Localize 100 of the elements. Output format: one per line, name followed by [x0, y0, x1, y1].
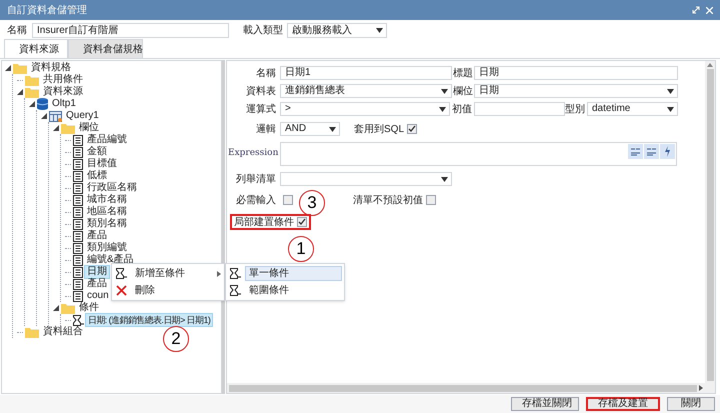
folder-icon — [13, 62, 27, 74]
database-icon — [37, 98, 48, 110]
field-label: Expression — [228, 147, 280, 160]
field-label: 名稱 — [255, 66, 277, 80]
filter-icon — [73, 314, 84, 326]
tree-item[interactable]: 資料來源 — [41, 86, 85, 98]
dialog-button[interactable]: 存檔並關閉 — [511, 397, 579, 411]
text-field[interactable] — [474, 102, 565, 116]
folder-icon — [25, 74, 39, 86]
collapse-icon[interactable] — [53, 125, 59, 131]
checkbox-label: 局部建置條件 — [234, 216, 294, 230]
tree-item[interactable]: 金額 — [85, 146, 109, 158]
maximize-icon[interactable] — [692, 6, 700, 14]
tree-item[interactable]: 日期 — [85, 266, 109, 278]
submenu-arrow-icon — [217, 270, 221, 276]
filter-icon — [116, 268, 127, 279]
tab[interactable]: 資料來源 — [4, 39, 68, 58]
annotation-number: 1 — [288, 236, 314, 262]
tree-item[interactable]: 日期: (進銷銷售總表.日期> 日期1) — [86, 314, 212, 326]
field-icon — [73, 206, 83, 218]
caret-icon — [329, 126, 336, 132]
caret-icon — [441, 88, 448, 94]
tree-item[interactable]: 類別編號 — [85, 242, 129, 254]
checkbox-label: 必需輸入 — [235, 194, 277, 208]
field-icon — [73, 194, 83, 206]
collapse-icon[interactable] — [29, 101, 35, 107]
tree-item[interactable]: coun — [85, 290, 111, 302]
collapse-icon[interactable] — [41, 113, 47, 119]
tree-item[interactable]: 條件 — [77, 302, 101, 314]
dropdown[interactable]: 日期 — [474, 84, 678, 98]
tree-item[interactable]: Oltp1 — [50, 98, 78, 110]
annotation-number: 3 — [299, 190, 325, 216]
checkbox[interactable] — [297, 217, 307, 227]
tree-item[interactable]: 共用條件 — [41, 74, 85, 86]
tree-item[interactable]: 類別名稱 — [85, 218, 129, 230]
tree-item[interactable]: 編號&產品 — [85, 254, 136, 266]
dropdown[interactable]: 進銷銷售總表 — [280, 84, 452, 98]
load-type-label: 載入類型 — [243, 24, 283, 38]
name-field[interactable]: Insurer自訂有階層 — [32, 22, 229, 38]
collapse-icon[interactable] — [5, 65, 11, 71]
menu-item[interactable]: 新增至條件 — [112, 265, 224, 282]
window-title: 自訂資料倉儲管理 — [7, 4, 87, 18]
scroll-up-arrow-icon[interactable] — [707, 63, 713, 67]
tree-item[interactable]: 產品編號 — [85, 134, 129, 146]
field-label: 初值 — [451, 102, 473, 116]
vertical-scrollbar[interactable] — [705, 61, 715, 383]
field-label: 標題 — [452, 66, 474, 80]
dropdown[interactable]: > — [280, 102, 450, 116]
dropdown[interactable]: datetime — [587, 102, 678, 116]
collapse-icon[interactable] — [53, 305, 59, 311]
checkbox[interactable] — [407, 124, 418, 134]
field-icon — [73, 290, 83, 302]
delete-icon — [116, 285, 127, 296]
tree-item[interactable]: 資料組合 — [41, 326, 85, 338]
collapse-icon[interactable] — [17, 89, 23, 95]
tree-item[interactable]: 資料規格 — [29, 62, 73, 74]
close-icon[interactable] — [706, 6, 713, 14]
scroll-right-arrow-icon[interactable] — [699, 385, 703, 391]
field-label: 資料表 — [245, 84, 277, 98]
tree-item[interactable]: 行政區名稱 — [85, 182, 139, 194]
folder-icon — [25, 86, 39, 98]
tree-item[interactable]: 產品 — [85, 278, 109, 290]
tree-item[interactable]: 產品 — [85, 230, 109, 242]
checkbox[interactable] — [283, 195, 293, 205]
sql-format-icon[interactable] — [644, 144, 659, 159]
menu-item[interactable]: 範圍條件 — [245, 283, 342, 298]
name-label: 名稱 — [7, 24, 28, 38]
field-icon — [73, 158, 83, 170]
field-icon — [73, 182, 83, 194]
load-type-dropdown[interactable]: 啟動服務載入 — [287, 22, 387, 38]
tree-item[interactable]: 低標 — [85, 170, 109, 182]
menu-item[interactable]: 單一條件 — [245, 266, 342, 281]
horizontal-scrollbar[interactable] — [227, 383, 715, 393]
dropdown[interactable]: AND — [280, 122, 340, 136]
tree-item[interactable]: 城市名稱 — [85, 194, 129, 206]
field-icon — [73, 278, 83, 290]
folder-icon — [25, 326, 39, 338]
menu-item[interactable]: 刪除 — [112, 282, 224, 299]
checkbox[interactable] — [426, 195, 436, 205]
text-field[interactable]: 日期 — [474, 66, 678, 80]
text-field[interactable]: 日期1 — [280, 66, 452, 80]
dialog-button[interactable]: 存檔及建置 — [586, 397, 660, 411]
expression-field[interactable] — [280, 142, 677, 166]
folder-icon — [61, 302, 75, 314]
tree-item[interactable]: Query1 — [64, 110, 101, 122]
tree-item[interactable]: 目標值 — [85, 158, 119, 170]
folder-icon — [61, 122, 75, 134]
annotation-number: 2 — [163, 326, 189, 352]
dialog-button[interactable]: 關閉 — [667, 397, 715, 411]
filter-icon — [230, 268, 241, 279]
tree-item[interactable]: 地區名稱 — [85, 206, 129, 218]
sql-icon[interactable] — [628, 144, 643, 159]
tree-item[interactable]: 欄位 — [77, 122, 101, 134]
tab[interactable]: 資料倉儲規格 — [68, 39, 143, 58]
field-label: 運算式 — [245, 102, 277, 116]
field-label: 欄位 — [452, 84, 474, 98]
lightning-icon[interactable] — [660, 144, 675, 159]
checkbox-label: 清單不預設初值 — [353, 194, 423, 208]
field-icon — [73, 134, 83, 146]
field-icon — [73, 266, 83, 278]
